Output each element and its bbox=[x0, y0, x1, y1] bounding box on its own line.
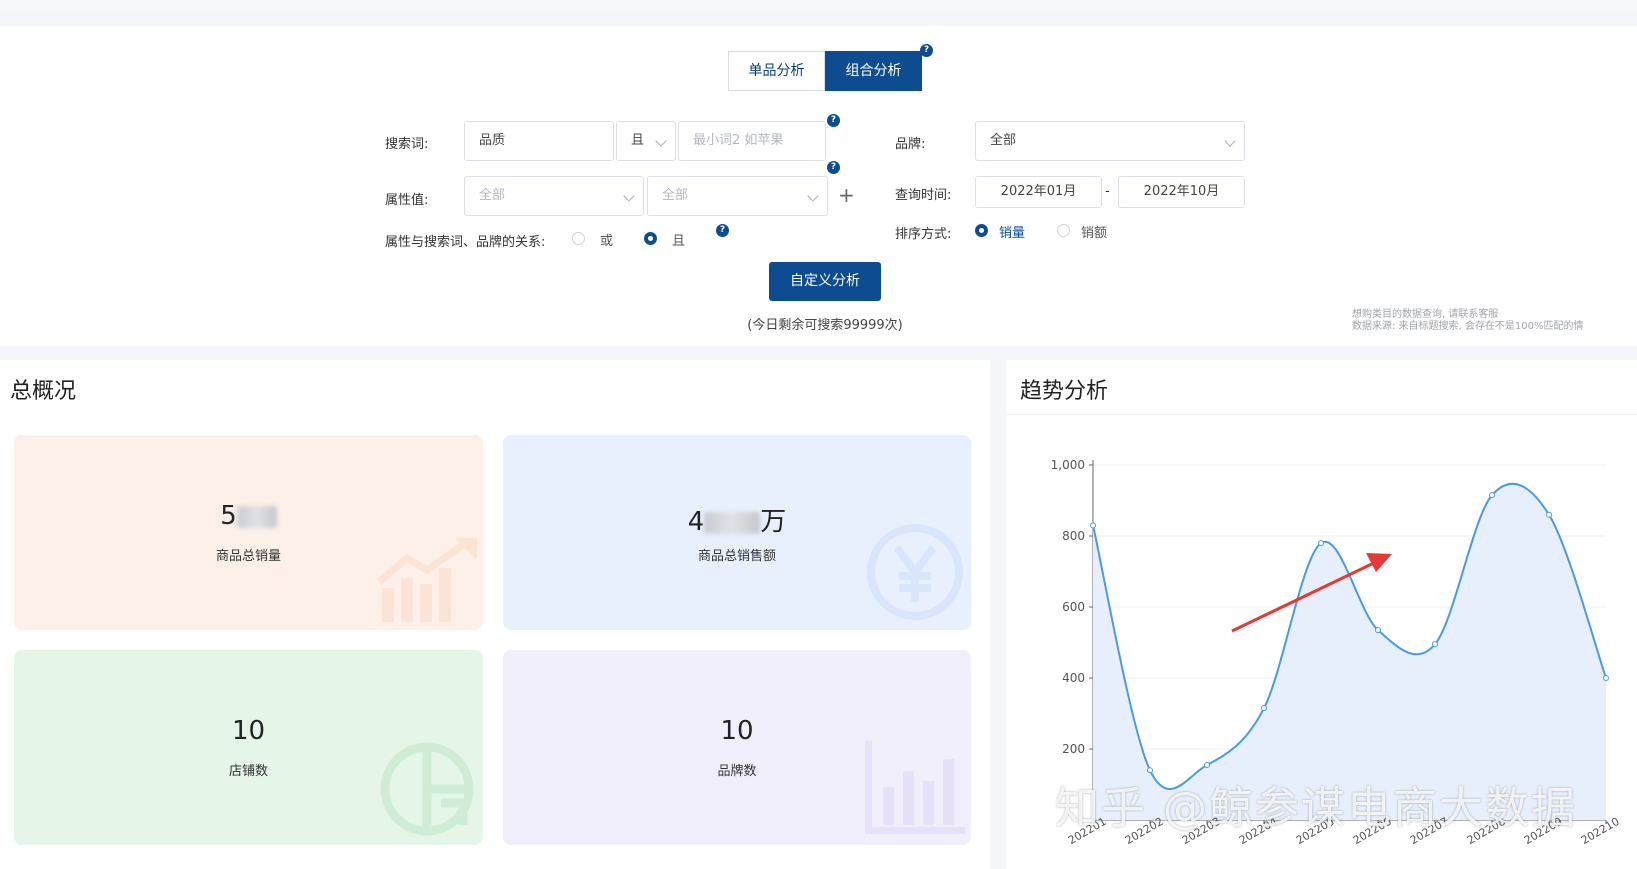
relation-or-label: 或 bbox=[600, 234, 614, 249]
data-point bbox=[1375, 627, 1381, 634]
chevron-down-icon bbox=[623, 190, 635, 202]
sales-volume-card: 5 商品总销量 bbox=[14, 435, 483, 630]
relation-and-label: 且 bbox=[672, 234, 686, 249]
sort-amount-label: 销额 bbox=[1081, 226, 1108, 241]
sort-volume-label: 销量 bbox=[999, 226, 1026, 241]
data-point bbox=[1204, 761, 1210, 768]
brand-select[interactable]: 全部 bbox=[975, 121, 1245, 161]
data-point bbox=[1546, 511, 1552, 518]
logic-select[interactable]: 且 bbox=[616, 121, 676, 161]
attr-select-2-value: 全部 bbox=[662, 188, 689, 203]
sales-amount-suffix: 万 bbox=[760, 507, 787, 537]
store-icon bbox=[380, 742, 474, 836]
logic-select-value: 且 bbox=[631, 133, 645, 148]
blurred-value bbox=[704, 511, 761, 534]
relation-label: 属性与搜索词、品牌的关系: bbox=[385, 235, 546, 250]
combo-help-icon[interactable]: ? bbox=[920, 44, 933, 57]
add-attr-button[interactable]: + bbox=[838, 183, 855, 207]
relation-and-radio[interactable] bbox=[644, 232, 657, 245]
custom-analysis-button[interactable]: 自定义分析 bbox=[769, 262, 881, 301]
sort-amount-radio[interactable] bbox=[1057, 224, 1070, 237]
search-label: 搜索词: bbox=[385, 137, 429, 152]
sales-amount-prefix: 4 bbox=[687, 507, 705, 537]
y-tick-label: 600 bbox=[1062, 600, 1085, 614]
y-tick-label: 800 bbox=[1062, 529, 1085, 543]
sales-volume-value: 5 bbox=[14, 501, 483, 531]
attr-select-2[interactable]: 全部 bbox=[647, 176, 828, 216]
chevron-down-icon bbox=[807, 190, 819, 202]
store-count-card: 10 店铺数 bbox=[14, 650, 483, 845]
attr-label: 属性值: bbox=[385, 193, 429, 208]
bar-chart-icon bbox=[865, 741, 965, 834]
sales-amount-card: 4万 商品总销售额 bbox=[503, 435, 971, 630]
tab-single-analysis[interactable]: 单品分析 bbox=[728, 51, 825, 91]
time-label: 查询时间: bbox=[895, 188, 952, 203]
trend-title: 趋势分析 bbox=[1020, 379, 1109, 404]
y-tick-label: 200 bbox=[1062, 742, 1085, 756]
tab-combo-analysis[interactable]: 组合分析 bbox=[825, 51, 922, 91]
data-point bbox=[1090, 522, 1096, 529]
note-line-2: 数据来源: 来自标题搜索, 会存在不是100%匹配的情 bbox=[1352, 321, 1584, 332]
data-point bbox=[1489, 492, 1495, 499]
overview-title: 总概况 bbox=[10, 379, 77, 404]
note-line-1: 想购类目的数据查询, 请联系客服 bbox=[1352, 309, 1499, 320]
chevron-down-icon bbox=[655, 135, 667, 147]
remaining-searches: (今日剩余可搜索99999次) bbox=[747, 318, 903, 333]
chevron-down-icon bbox=[1224, 135, 1236, 147]
brand-select-value: 全部 bbox=[990, 133, 1017, 148]
growth-chart-icon bbox=[377, 538, 477, 622]
brand-count-card: 10 品牌数 bbox=[503, 650, 971, 845]
time-start-input[interactable]: 2022年01月 bbox=[975, 176, 1102, 208]
search2-input[interactable]: 最小词2 如苹果 bbox=[678, 121, 826, 161]
y-tick-label: 400 bbox=[1062, 671, 1085, 685]
relation-or-radio[interactable] bbox=[572, 232, 585, 245]
time-separator: - bbox=[1105, 184, 1110, 199]
relation-help-icon[interactable]: ? bbox=[716, 224, 729, 237]
sort-label: 排序方式: bbox=[895, 227, 952, 242]
sort-volume-radio[interactable] bbox=[975, 224, 988, 237]
attr-select-1-value: 全部 bbox=[479, 188, 506, 203]
attr-help-icon[interactable]: ? bbox=[827, 161, 840, 174]
analysis-mode-tabs: 单品分析 组合分析 bbox=[728, 51, 922, 91]
yuan-icon bbox=[867, 524, 963, 620]
search-help-icon[interactable]: ? bbox=[827, 114, 840, 127]
blurred-value bbox=[236, 505, 277, 528]
y-tick-label: 1,000 bbox=[1051, 458, 1085, 472]
data-point bbox=[1603, 675, 1609, 681]
data-point bbox=[1432, 641, 1438, 648]
watermark: 知乎 @鲸参谋电商大数据 bbox=[1055, 783, 1577, 834]
brand-label: 品牌: bbox=[895, 137, 926, 152]
area-fill bbox=[1093, 483, 1606, 820]
data-source-note: 想购类目的数据查询, 请联系客服 数据来源: 来自标题搜索, 会存在不是100%… bbox=[1352, 309, 1584, 333]
sales-volume-prefix: 5 bbox=[220, 501, 237, 531]
trend-divider bbox=[1006, 414, 1637, 415]
search-input[interactable]: 品质 bbox=[464, 121, 614, 161]
top-strip bbox=[0, 0, 1637, 12]
time-end-input[interactable]: 2022年10月 bbox=[1118, 176, 1245, 208]
data-point bbox=[1261, 705, 1267, 712]
data-point bbox=[1318, 540, 1324, 547]
attr-select-1[interactable]: 全部 bbox=[464, 176, 644, 216]
